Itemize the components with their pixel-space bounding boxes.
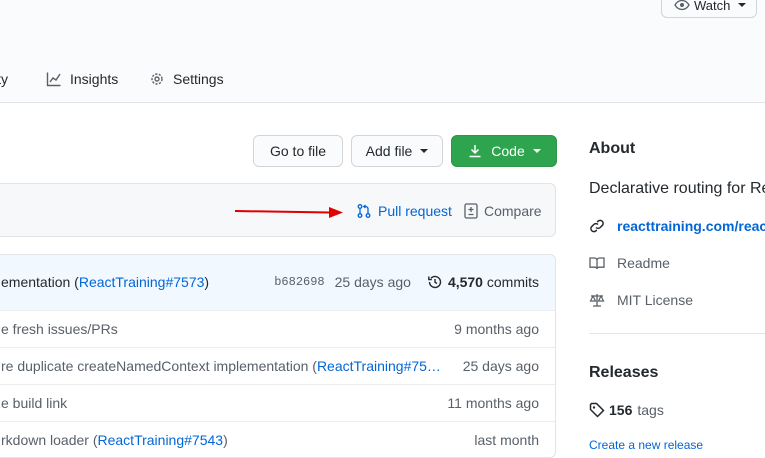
table-row[interactable]: re duplicate createNamedContext implemen…	[0, 347, 555, 385]
website-label: reacttraining.com/react-	[617, 218, 765, 234]
row-commit-message[interactable]: rkdown loader (ReactTraining#7543)	[1, 432, 228, 448]
commit-message-suffix: )	[204, 274, 210, 290]
commits-label: commits	[486, 274, 539, 290]
commit-sha[interactable]: b682698	[274, 275, 324, 289]
commit-time: 25 days ago	[334, 274, 411, 290]
diff-icon	[464, 203, 478, 219]
row-message-text: re duplicate createNamedContext implemen…	[1, 358, 317, 374]
releases-heading[interactable]: Releases	[589, 364, 658, 382]
chevron-down-icon	[738, 3, 747, 7]
compare-link[interactable]: Compare	[464, 201, 542, 221]
watch-label: Watch	[694, 0, 731, 13]
code-button[interactable]: Code	[451, 135, 557, 167]
book-icon	[589, 257, 605, 270]
readme-label: Readme	[617, 255, 670, 271]
go-to-file-button[interactable]: Go to file	[253, 135, 343, 167]
license-link[interactable]: MIT License	[589, 290, 693, 310]
gear-icon	[151, 73, 163, 85]
tags-label: tags	[637, 402, 664, 418]
website-link[interactable]: reacttraining.com/react-	[589, 216, 765, 236]
chevron-down-icon	[532, 149, 541, 153]
compare-label: Compare	[484, 203, 542, 219]
pull-request-link[interactable]: Pull request	[356, 201, 452, 221]
code-label: Code	[491, 143, 525, 159]
pull-request-label: Pull request	[378, 203, 452, 219]
about-description: Declarative routing for Re	[589, 180, 765, 197]
commit-pr-link[interactable]: ReactTraining#7573	[79, 274, 205, 290]
row-commit-message[interactable]: e fresh issues/PRs	[1, 321, 118, 337]
row-message-text: rkdown loader (	[1, 432, 98, 448]
tab-label: Settings	[173, 71, 224, 87]
row-commit-message[interactable]: e build link	[1, 395, 67, 411]
tab-label: Insights	[70, 71, 119, 87]
graph-icon	[46, 72, 61, 87]
row-pr-link[interactable]: ReactTraining#75…	[317, 358, 441, 374]
commits-link[interactable]: 4,570 commits	[427, 274, 539, 290]
row-time: last month	[474, 432, 539, 448]
row-message-text: e fresh issues/PRs	[1, 321, 118, 337]
sidebar-divider	[589, 333, 765, 334]
table-row[interactable]: e fresh issues/PRs 9 months ago	[0, 310, 555, 348]
tab-label: ity	[0, 71, 8, 87]
latest-commit-message[interactable]: ementation (ReactTraining#7573)	[1, 274, 209, 290]
eye-icon	[674, 0, 690, 11]
row-pr-link[interactable]: ReactTraining#7543	[98, 432, 224, 448]
commit-meta: b682698 25 days ago 4,570 commits	[274, 274, 539, 290]
readme-link[interactable]: Readme	[589, 253, 670, 273]
about-heading: About	[589, 140, 636, 157]
tab-settings[interactable]: Settings	[149, 67, 224, 91]
commit-count: 4,570	[447, 274, 483, 290]
watch-button[interactable]: Watch	[661, 0, 757, 18]
file-browser: ementation (ReactTraining#7573) b682698 …	[0, 254, 556, 458]
row-commit-message[interactable]: re duplicate createNamedContext implemen…	[1, 358, 441, 374]
go-to-file-label: Go to file	[269, 143, 327, 159]
link-icon	[590, 219, 604, 233]
pull-request-icon	[357, 204, 371, 218]
law-icon	[589, 294, 605, 307]
download-icon	[469, 145, 481, 158]
table-row[interactable]: e build link 11 months ago	[0, 384, 555, 422]
history-icon	[428, 275, 442, 289]
chevron-down-icon	[420, 149, 429, 153]
add-file-label: Add file	[365, 143, 413, 159]
table-row[interactable]: rkdown loader (ReactTraining#7543) last …	[0, 421, 555, 457]
license-label: MIT License	[617, 292, 693, 308]
tag-icon	[589, 402, 605, 418]
row-time: 9 months ago	[454, 321, 539, 337]
tag-count: 156	[609, 402, 633, 418]
latest-commit-row: ementation (ReactTraining#7573) b682698 …	[0, 255, 555, 311]
commit-message-text: ementation (	[1, 274, 79, 290]
row-message-suffix: )	[223, 432, 228, 448]
row-time: 25 days ago	[462, 358, 539, 374]
add-file-button[interactable]: Add file	[351, 135, 443, 167]
tags-link[interactable]: 156 tags	[589, 400, 664, 420]
tab-insights[interactable]: Insights	[46, 67, 118, 91]
row-message-text: e build link	[1, 395, 68, 411]
annotation-arrow	[235, 207, 343, 218]
tab-activity[interactable]: ity	[0, 67, 8, 91]
row-time: 11 months ago	[447, 395, 539, 411]
create-release-link[interactable]: Create a new release	[589, 438, 703, 452]
